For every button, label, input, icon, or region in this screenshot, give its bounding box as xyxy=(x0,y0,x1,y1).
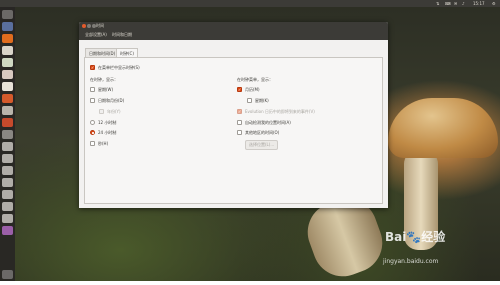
close-icon[interactable] xyxy=(82,24,86,28)
impress-icon[interactable] xyxy=(2,70,13,79)
software-center-icon[interactable] xyxy=(2,94,13,103)
amazon-icon[interactable] xyxy=(2,106,13,115)
other-locations-label: 其他地区的时间(O) xyxy=(245,130,280,135)
baidu-watermark-url: jingyan.baidu.com xyxy=(383,258,439,265)
checkbox[interactable] xyxy=(90,98,95,103)
drive-icon[interactable] xyxy=(2,190,13,199)
dash-home-icon[interactable] xyxy=(2,10,13,19)
files-icon[interactable] xyxy=(2,22,13,31)
evolution-events-label: Evolution 日历中的即将到来的事件(V) xyxy=(245,109,315,114)
time-settings-window: 时间 全部设置(A) 时间和日期 日期和时间(D) 时钟(C) 在菜单栏中显示时… xyxy=(79,22,388,208)
settings-breadcrumb: 全部设置(A) 时间和日期 xyxy=(79,30,388,40)
choose-locations-button[interactable]: 选择位置(L)... xyxy=(245,140,279,150)
drive-icon[interactable] xyxy=(2,178,13,187)
seconds-label: 秒(H) xyxy=(98,141,109,146)
volume-icon[interactable]: ♪ xyxy=(462,0,465,7)
workspace-icon[interactable] xyxy=(2,226,13,235)
radio[interactable] xyxy=(90,130,95,135)
radio[interactable] xyxy=(90,120,95,125)
drive-icon[interactable] xyxy=(2,154,13,163)
window-title: 时间 xyxy=(96,23,104,28)
auto-location-label: 自动检测我的位置时间(A) xyxy=(245,120,291,125)
show-clock-label: 在菜单栏中显示时钟(S) xyxy=(98,65,140,70)
12-hour-label: 12 小时制 xyxy=(98,120,117,125)
network-icon[interactable]: ⇅ xyxy=(436,0,439,7)
document-icon[interactable] xyxy=(2,82,13,91)
launcher xyxy=(0,7,15,281)
left-heading: 在时钟，显示： xyxy=(90,77,118,82)
checkbox[interactable] xyxy=(237,130,242,135)
calc-icon[interactable] xyxy=(2,58,13,67)
checkbox[interactable] xyxy=(247,98,252,103)
ubuntu-one-icon[interactable] xyxy=(2,118,13,127)
trash-icon[interactable] xyxy=(2,270,13,279)
checkbox[interactable] xyxy=(90,141,95,146)
wallpaper-mushroom-cap xyxy=(388,98,498,158)
checkbox[interactable] xyxy=(90,65,95,70)
checkbox[interactable] xyxy=(90,87,95,92)
firefox-icon[interactable] xyxy=(2,34,13,43)
24-hour-label: 24 小时制 xyxy=(98,130,117,135)
drive-icon[interactable] xyxy=(2,166,13,175)
checkbox[interactable] xyxy=(237,109,242,114)
checkbox[interactable] xyxy=(237,87,242,92)
right-heading: 在时钟菜单，显示： xyxy=(237,77,273,82)
weekday-label: 星期(W) xyxy=(98,87,114,92)
mail-icon[interactable]: ✉ xyxy=(454,0,457,7)
power-gear-icon[interactable]: ⚙ xyxy=(492,0,496,7)
clock-pane: 在菜单栏中显示时钟(S) 在时钟，显示： 星期(W) 日期和月份(D) 年份(Y… xyxy=(84,57,383,204)
drive-icon[interactable] xyxy=(2,142,13,151)
panel-clock[interactable]: 15:17 xyxy=(473,0,485,7)
month-calendar-label: 月历(M) xyxy=(245,87,260,92)
writer-icon[interactable] xyxy=(2,46,13,55)
all-settings-button[interactable]: 全部设置(A) xyxy=(85,30,107,40)
year-label: 年份(Y) xyxy=(107,109,121,114)
drive-icon[interactable] xyxy=(2,202,13,211)
breadcrumb-time-date: 时间和日期 xyxy=(112,32,132,37)
minimize-icon[interactable] xyxy=(87,24,91,28)
date-month-label: 日期和月份(D) xyxy=(98,98,125,103)
drive-icon[interactable] xyxy=(2,214,13,223)
window-titlebar: 时间 xyxy=(79,22,388,30)
keyboard-icon[interactable]: ⌨ xyxy=(445,0,451,7)
baidu-watermark: Bai🐾经验 xyxy=(385,230,446,244)
week-number-label: 星期(K) xyxy=(255,98,269,103)
checkbox[interactable] xyxy=(237,120,242,125)
top-panel: ⇅ ⌨ ✉ ♪ 15:17 ⚙ xyxy=(0,0,500,7)
checkbox[interactable] xyxy=(99,109,104,114)
settings-icon[interactable] xyxy=(2,130,13,139)
